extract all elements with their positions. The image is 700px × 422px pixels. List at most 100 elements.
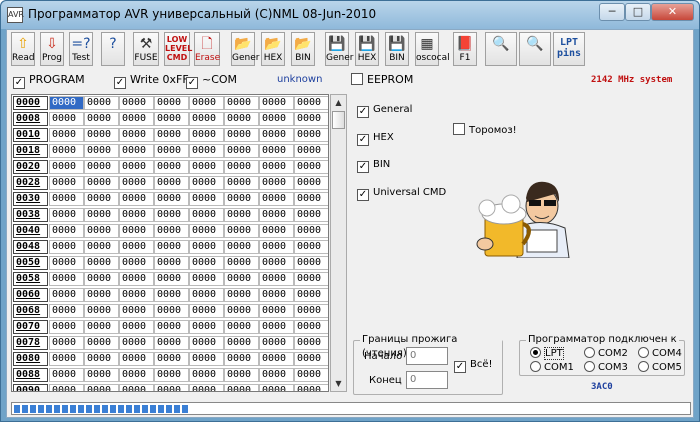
- data-cell[interactable]: 0000: [259, 176, 294, 190]
- data-cell[interactable]: 0000: [154, 128, 189, 142]
- write-0xff-check-box[interactable]: ✓: [114, 77, 126, 89]
- bin-check-box[interactable]: ✓: [357, 161, 369, 173]
- toolbar-button-16[interactable]: 🔍: [519, 32, 551, 66]
- data-cell[interactable]: 0000: [154, 176, 189, 190]
- data-cell[interactable]: 0000: [189, 208, 224, 222]
- data-cell[interactable]: 0000: [154, 384, 189, 391]
- data-cell[interactable]: 0000: [224, 368, 259, 382]
- data-cell[interactable]: 0000: [259, 112, 294, 126]
- data-cell[interactable]: 0000: [49, 96, 84, 110]
- toolbar-button-7[interactable]: 📂 Gener: [231, 32, 259, 66]
- data-cell[interactable]: 0000: [189, 368, 224, 382]
- data-cell[interactable]: 0000: [154, 288, 189, 302]
- data-cell[interactable]: 0000: [294, 208, 328, 222]
- data-cell[interactable]: 0000: [84, 128, 119, 142]
- radio-circle-icon[interactable]: [584, 361, 595, 372]
- data-cell[interactable]: 0000: [119, 176, 154, 190]
- data-cell[interactable]: 0000: [49, 352, 84, 366]
- hex-checkbox[interactable]: ✓ HEX: [357, 131, 394, 146]
- data-cell[interactable]: 0000: [154, 224, 189, 238]
- data-cell[interactable]: 0000: [189, 144, 224, 158]
- data-cell[interactable]: 0000: [119, 336, 154, 350]
- data-cell[interactable]: 0000: [189, 320, 224, 334]
- data-cell[interactable]: 0000: [259, 128, 294, 142]
- port-radio-com2[interactable]: COM2: [584, 347, 628, 359]
- data-cell[interactable]: 0000: [189, 192, 224, 206]
- data-cell[interactable]: 0000: [154, 272, 189, 286]
- radio-circle-icon[interactable]: [530, 361, 541, 372]
- radio-circle-icon[interactable]: [638, 361, 649, 372]
- data-cell[interactable]: 0000: [119, 288, 154, 302]
- data-cell[interactable]: 0000: [49, 368, 84, 382]
- data-cell[interactable]: 0000: [259, 96, 294, 110]
- toolbar-button-14[interactable]: 📕 F1: [453, 32, 477, 66]
- data-cell[interactable]: 0000: [84, 176, 119, 190]
- memory-grid[interactable]: 0000 0000 0000 0000 0000 0000 0000 0000 0000 0008…: [11, 94, 329, 392]
- close-button[interactable]: ✕: [651, 3, 694, 21]
- data-cell[interactable]: 0000: [119, 96, 154, 110]
- data-cell[interactable]: 0000: [294, 160, 328, 174]
- toolbar-button-9[interactable]: 📂 BIN: [291, 32, 315, 66]
- toolbar-button-8[interactable]: 📂 HEX: [261, 32, 285, 66]
- data-cell[interactable]: 0000: [119, 384, 154, 391]
- end-field[interactable]: 0: [406, 371, 448, 389]
- data-cell[interactable]: 0000: [259, 288, 294, 302]
- write-0xff-checkbox[interactable]: ✓ Write 0xFF: [114, 73, 189, 89]
- data-cell[interactable]: 0000: [259, 352, 294, 366]
- data-cell[interactable]: 0000: [119, 256, 154, 270]
- data-cell[interactable]: 0000: [189, 272, 224, 286]
- data-cell[interactable]: 0000: [224, 128, 259, 142]
- port-radio-lpt[interactable]: LPT: [530, 347, 564, 360]
- data-cell[interactable]: 0000: [119, 144, 154, 158]
- radio-circle-icon[interactable]: [638, 347, 649, 358]
- data-cell[interactable]: 0000: [294, 240, 328, 254]
- toolbar-button-17[interactable]: LPT pins: [553, 32, 585, 66]
- data-cell[interactable]: 0000: [224, 208, 259, 222]
- data-cell[interactable]: 0000: [154, 240, 189, 254]
- toolbar-button-1[interactable]: ⇩ Prog: [40, 32, 64, 66]
- data-cell[interactable]: 0000: [259, 320, 294, 334]
- data-cell[interactable]: 0000: [224, 272, 259, 286]
- data-cell[interactable]: 0000: [189, 384, 224, 391]
- data-cell[interactable]: 0000: [259, 304, 294, 318]
- data-cell[interactable]: 0000: [49, 128, 84, 142]
- data-cell[interactable]: 0000: [84, 368, 119, 382]
- grid-scrollbar[interactable]: ▲ ▼: [330, 94, 347, 392]
- general-check-box[interactable]: ✓: [357, 106, 369, 118]
- data-cell[interactable]: 0000: [294, 272, 328, 286]
- all-checkbox[interactable]: ✓ Всё!: [454, 359, 493, 373]
- program-checkbox[interactable]: ✓ PROGRAM: [13, 73, 85, 89]
- data-cell[interactable]: 0000: [84, 240, 119, 254]
- data-cell[interactable]: 0000: [294, 176, 328, 190]
- data-cell[interactable]: 0000: [259, 256, 294, 270]
- data-cell[interactable]: 0000: [49, 240, 84, 254]
- maximize-button[interactable]: □: [625, 3, 651, 21]
- data-cell[interactable]: 0000: [259, 208, 294, 222]
- data-cell[interactable]: 0000: [49, 256, 84, 270]
- port-radio-com1[interactable]: COM1: [530, 361, 574, 373]
- data-cell[interactable]: 0000: [84, 320, 119, 334]
- port-radio-com4[interactable]: COM4: [638, 347, 682, 359]
- data-cell[interactable]: 0000: [224, 304, 259, 318]
- data-cell[interactable]: 0000: [224, 384, 259, 391]
- data-cell[interactable]: 0000: [224, 192, 259, 206]
- data-cell[interactable]: 0000: [119, 272, 154, 286]
- data-cell[interactable]: 0000: [84, 256, 119, 270]
- data-cell[interactable]: 0000: [189, 128, 224, 142]
- data-cell[interactable]: 0000: [189, 160, 224, 174]
- data-cell[interactable]: 0000: [119, 224, 154, 238]
- data-cell[interactable]: 0000: [294, 288, 328, 302]
- data-cell[interactable]: 0000: [224, 144, 259, 158]
- scroll-down-icon[interactable]: ▼: [331, 376, 346, 391]
- all-check-box[interactable]: ✓: [454, 361, 466, 373]
- data-cell[interactable]: 0000: [84, 304, 119, 318]
- data-cell[interactable]: 0000: [49, 288, 84, 302]
- bin-checkbox[interactable]: ✓ BIN: [357, 158, 390, 173]
- port-radio-com5[interactable]: COM5: [638, 361, 682, 373]
- data-cell[interactable]: 0000: [259, 336, 294, 350]
- radio-circle-icon[interactable]: [584, 347, 595, 358]
- data-cell[interactable]: 0000: [154, 256, 189, 270]
- data-cell[interactable]: 0000: [294, 368, 328, 382]
- toolbar-button-3[interactable]: ?: [101, 32, 125, 66]
- data-cell[interactable]: 0000: [154, 368, 189, 382]
